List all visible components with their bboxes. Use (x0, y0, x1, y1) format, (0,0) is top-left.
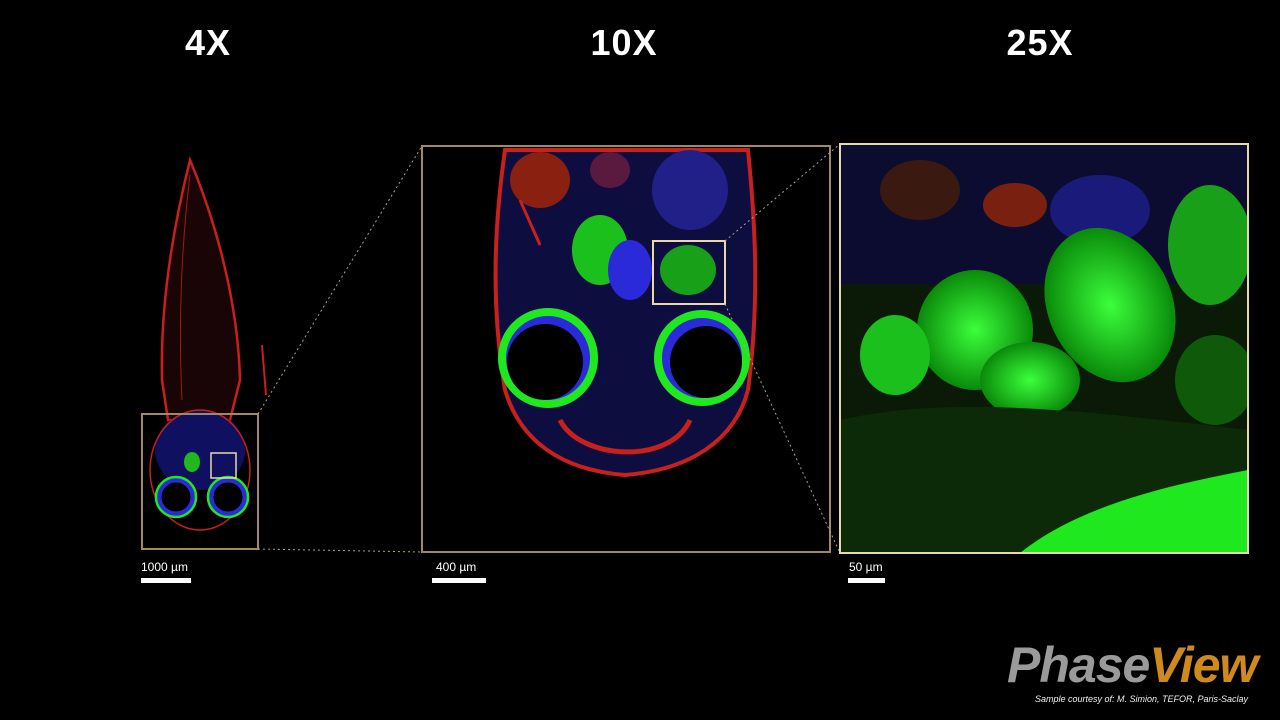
specimen-10x (422, 146, 830, 552)
scale-bar-label: 50 µm (849, 560, 883, 574)
scale-bar-label: 1000 µm (141, 560, 188, 574)
logo-part-view: View (1149, 637, 1258, 693)
phaseview-logo: PhaseView (1007, 636, 1258, 694)
scale-bar-line (848, 578, 885, 583)
scale-bar-1000um: 1000 µm (141, 560, 191, 583)
scale-bar-line (141, 578, 191, 583)
sample-credit: Sample courtesy of: M. Simion, TEFOR, Pa… (1034, 694, 1248, 704)
logo-part-phase: Phase (1007, 637, 1150, 693)
scale-bar-400um: 400 µm (432, 560, 486, 583)
microscopy-panels (141, 143, 1249, 554)
microscopy-figure: 4X 10X 25X 1000 µm 400 µm 50 µm PhaseVie… (0, 0, 1280, 720)
scale-bar-50um: 50 µm (848, 560, 885, 583)
scale-bar-label: 400 µm (436, 560, 477, 574)
specimen-4x (149, 156, 267, 531)
specimen-25x (840, 144, 1248, 553)
scale-bar-line (432, 578, 486, 583)
